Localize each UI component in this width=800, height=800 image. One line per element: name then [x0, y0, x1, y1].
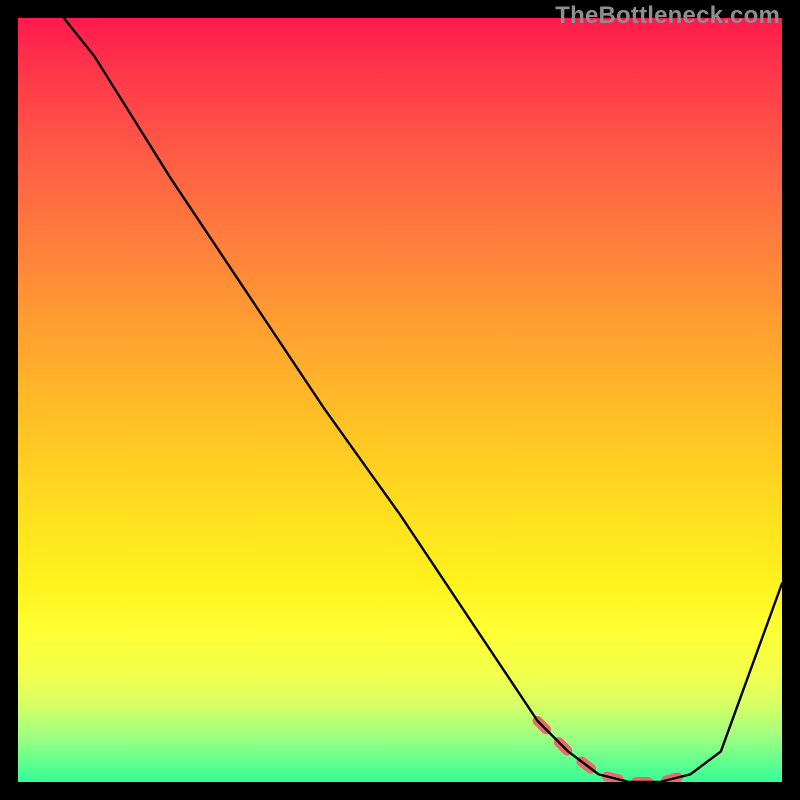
curve-line: [64, 18, 782, 782]
watermark-text: TheBottleneck.com: [555, 2, 780, 30]
plot-area: [18, 18, 782, 782]
chart-frame: TheBottleneck.com: [0, 0, 800, 800]
highlight-line: [538, 721, 691, 782]
chart-svg: [18, 18, 782, 782]
curve-series: [64, 18, 782, 782]
highlight-series: [538, 721, 691, 782]
